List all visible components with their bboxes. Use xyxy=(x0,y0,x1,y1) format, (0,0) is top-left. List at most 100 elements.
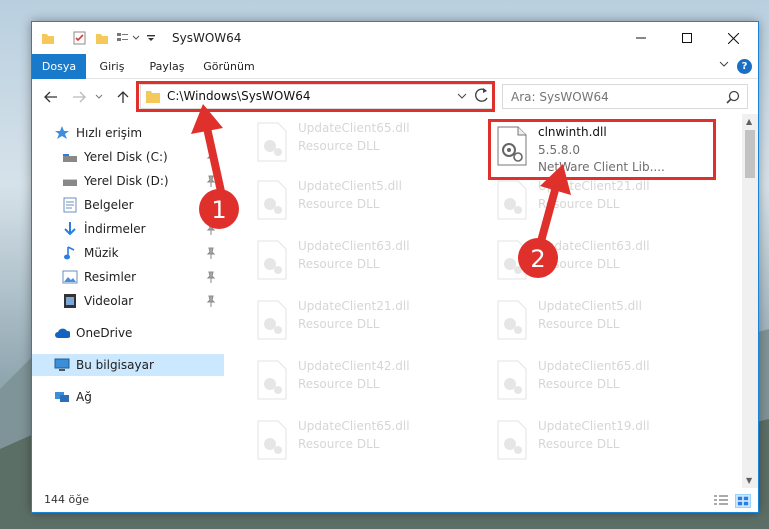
list-item[interactable]: UpdateClient19.dll Resource DLL xyxy=(492,416,712,470)
list-item[interactable]: UpdateClient42.dll Resource DLL xyxy=(252,356,472,410)
drive-icon xyxy=(62,173,78,189)
cloud-icon xyxy=(54,325,70,341)
pin-icon[interactable] xyxy=(206,151,216,163)
tab-share[interactable]: Paylaş xyxy=(142,54,192,79)
pin-icon[interactable] xyxy=(206,271,216,283)
sidebar-item-label: Bu bilgisayar xyxy=(76,358,154,372)
sidebar-item-local-disk-c[interactable]: Yerel Disk (C:) xyxy=(32,146,224,168)
tab-home[interactable]: Giriş xyxy=(90,54,134,79)
customize-qa-icon[interactable] xyxy=(116,31,130,45)
dll-file-icon xyxy=(257,240,287,280)
tiles-view-icon[interactable] xyxy=(735,494,751,508)
network-icon xyxy=(54,389,70,405)
scroll-up-icon[interactable]: ▲ xyxy=(746,117,752,126)
file-name: UpdateClient19.dll xyxy=(538,419,650,433)
sidebar-item-network[interactable]: Ağ xyxy=(32,386,224,408)
list-item[interactable]: UpdateClient5.dll Resource DLL xyxy=(492,296,712,350)
dll-file-icon xyxy=(257,180,287,220)
forward-button[interactable] xyxy=(68,86,90,108)
list-item[interactable]: UpdateClient65.dll Resource DLL xyxy=(252,118,472,172)
pin-icon[interactable] xyxy=(206,199,216,211)
chevron-down-icon[interactable] xyxy=(132,34,140,42)
file-description: Resource DLL xyxy=(298,437,380,451)
list-item[interactable]: UpdateClient21.dll Resource DLL xyxy=(492,176,712,230)
search-input[interactable] xyxy=(511,88,711,105)
arrow-left-icon xyxy=(44,91,57,103)
help-button[interactable]: ? xyxy=(737,59,752,74)
expand-ribbon-icon[interactable] xyxy=(719,59,729,69)
sidebar-item-videos[interactable]: Videolar xyxy=(32,290,224,312)
file-highlight-box xyxy=(488,119,716,180)
file-description: Resource DLL xyxy=(298,197,380,211)
computer-icon xyxy=(54,357,70,373)
file-description: Resource DLL xyxy=(538,377,620,391)
tab-file[interactable]: Dosya xyxy=(32,54,86,79)
list-item[interactable]: UpdateClient65.dll Resource DLL xyxy=(252,416,472,470)
file-name: UpdateClient63.dll xyxy=(298,239,410,253)
download-icon xyxy=(62,221,78,237)
status-bar: 144 öğe xyxy=(32,488,758,512)
list-item[interactable]: UpdateClient63.dll Resource DLL xyxy=(252,236,472,290)
pin-icon[interactable] xyxy=(206,175,216,187)
file-description: Resource DLL xyxy=(298,257,380,271)
list-item[interactable]: UpdateClient5.dll Resource DLL xyxy=(252,176,472,230)
list-item[interactable]: UpdateClient21.dll Resource DLL xyxy=(252,296,472,350)
vertical-scrollbar[interactable]: ▲ ▼ xyxy=(742,114,758,488)
pin-icon[interactable] xyxy=(206,295,216,307)
file-name: UpdateClient65.dll xyxy=(298,419,410,433)
sidebar-item-onedrive[interactable]: OneDrive xyxy=(32,322,224,344)
new-folder-icon[interactable] xyxy=(95,31,109,45)
sidebar-item-label: Hızlı erişim xyxy=(76,126,143,140)
list-item[interactable]: UpdateClient65.dll Resource DLL xyxy=(492,356,712,410)
scroll-down-icon[interactable]: ▼ xyxy=(746,476,752,485)
sidebar-item-music[interactable]: Müzik xyxy=(32,242,224,264)
close-button[interactable] xyxy=(710,22,756,54)
folder-icon xyxy=(42,34,54,44)
scroll-thumb[interactable] xyxy=(745,130,755,178)
search-icon[interactable] xyxy=(726,90,740,104)
file-description: Resource DLL xyxy=(298,139,380,153)
file-description: Resource DLL xyxy=(538,257,620,271)
sidebar-item-local-disk-d[interactable]: Yerel Disk (D:) xyxy=(32,170,224,192)
sidebar-item-label: Yerel Disk (C:) xyxy=(84,150,168,164)
sidebar-item-this-pc[interactable]: Bu bilgisayar xyxy=(32,354,224,376)
maximize-button[interactable] xyxy=(664,22,710,54)
file-description: Resource DLL xyxy=(298,377,380,391)
sidebar-item-label: Resimler xyxy=(84,270,137,284)
sidebar-item-quick-access[interactable]: Hızlı erişim xyxy=(32,122,224,144)
up-button[interactable] xyxy=(112,86,134,108)
qa-dropdown-icon[interactable] xyxy=(146,34,156,44)
pin-icon[interactable] xyxy=(206,223,216,235)
sidebar-item-downloads[interactable]: İndirmeler xyxy=(32,218,224,240)
close-icon xyxy=(727,32,739,44)
ribbon-tabs: Dosya Giriş Paylaş Görünüm ? xyxy=(32,54,758,79)
file-description: Resource DLL xyxy=(538,317,620,331)
music-icon xyxy=(62,245,78,261)
sidebar-item-pictures[interactable]: Resimler xyxy=(32,266,224,288)
file-name: UpdateClient21.dll xyxy=(298,299,410,313)
details-view-icon[interactable] xyxy=(713,494,729,508)
star-icon xyxy=(54,125,70,141)
documents-icon xyxy=(62,197,78,213)
dll-file-icon xyxy=(257,360,287,400)
dll-file-icon xyxy=(257,300,287,340)
search-box[interactable] xyxy=(502,84,748,109)
recent-dropdown-button[interactable] xyxy=(92,86,106,108)
title-bar: SysWOW64 xyxy=(32,22,758,54)
tab-view[interactable]: Görünüm xyxy=(198,54,260,79)
window-title: SysWOW64 xyxy=(172,31,242,45)
arrow-right-icon xyxy=(73,91,86,103)
properties-icon[interactable] xyxy=(73,31,87,45)
dll-file-icon xyxy=(257,420,287,460)
file-name: UpdateClient5.dll xyxy=(298,179,402,193)
pin-icon[interactable] xyxy=(206,247,216,259)
sidebar-item-label: OneDrive xyxy=(76,326,133,340)
back-button[interactable] xyxy=(40,86,62,108)
sidebar-item-label: Videolar xyxy=(84,294,134,308)
sidebar-item-documents[interactable]: Belgeler xyxy=(32,194,224,216)
drive-icon xyxy=(62,149,78,165)
list-item[interactable]: UpdateClient63.dll Resource DLL xyxy=(492,236,712,290)
file-name: UpdateClient5.dll xyxy=(538,299,642,313)
minimize-button[interactable] xyxy=(618,22,664,54)
dll-file-icon xyxy=(497,360,527,400)
